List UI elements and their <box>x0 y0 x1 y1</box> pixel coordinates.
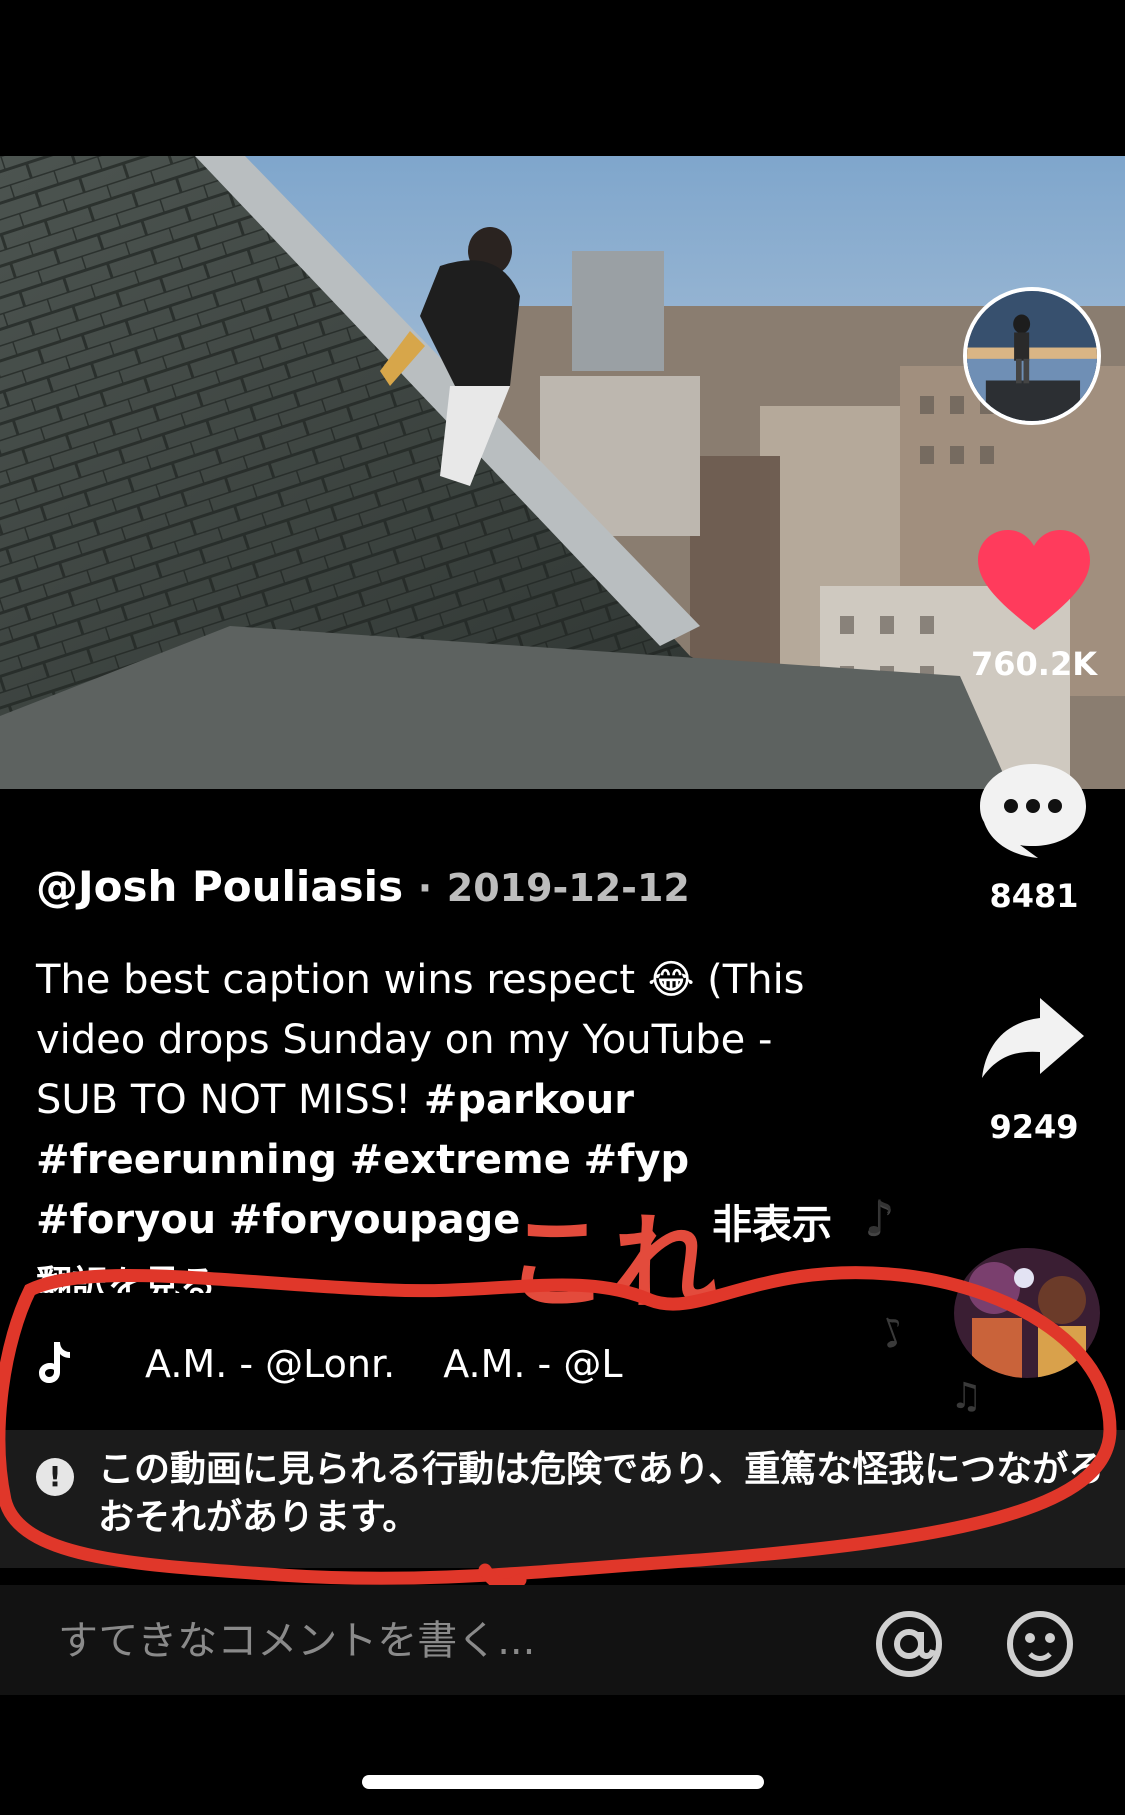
music-note-icon: ♪ <box>865 1190 895 1244</box>
heart-icon[interactable] <box>978 530 1090 634</box>
caption-text: The best caption wins respect 😂 (This vi… <box>36 957 805 1123</box>
warning-text: この動画に見られる行動は危険であり、重篤な怪我につながるおそれがあります。 <box>98 1449 1105 1538</box>
share-count: 9249 <box>989 1108 1079 1146</box>
video-frame <box>0 156 1125 789</box>
hashtag[interactable]: #freerunning <box>36 1137 337 1183</box>
exclamation-icon: ! <box>36 1458 74 1496</box>
tiktok-note-icon <box>39 1342 70 1383</box>
hashtag[interactable]: #foryoupage <box>229 1197 521 1243</box>
music-marquee[interactable]: A.M. - @Lonr. A.M. - @L <box>145 1342 625 1386</box>
hashtag[interactable]: #fyp <box>584 1137 690 1183</box>
author-line: @Josh Pouliasis · 2019-12-12 <box>36 862 690 911</box>
music-track: A.M. - @Lonr. <box>145 1342 396 1386</box>
hashtag[interactable]: #foryou <box>36 1197 216 1243</box>
chat-bubble-icon[interactable] <box>978 760 1088 860</box>
music-note-icon: ♫ <box>950 1376 983 1417</box>
annotation-hide-label: 非表示 <box>712 1202 832 1248</box>
comment-input[interactable] <box>56 1605 840 1677</box>
author-name[interactable]: @Josh Pouliasis <box>36 862 403 911</box>
music-disc[interactable] <box>954 1248 1100 1378</box>
translate-link[interactable]: 翻訳を見る <box>36 1255 216 1293</box>
at-sign-icon[interactable] <box>875 1610 943 1678</box>
home-indicator[interactable] <box>362 1775 764 1789</box>
share-arrow-icon[interactable] <box>980 996 1086 1082</box>
creator-avatar[interactable] <box>963 287 1101 425</box>
emoji-icon[interactable] <box>1006 1610 1074 1678</box>
comment-count: 8481 <box>989 877 1079 915</box>
music-note-icon: ♪ <box>872 1307 913 1359</box>
hashtag[interactable]: #extreme <box>350 1137 571 1183</box>
like-count: 760.2K <box>970 645 1097 683</box>
separator-dot: · <box>417 866 433 910</box>
music-track: A.M. - @L <box>443 1342 623 1386</box>
post-date: 2019-12-12 <box>446 866 690 910</box>
hashtag[interactable]: #parkour <box>424 1077 634 1123</box>
video-player[interactable] <box>0 156 1125 789</box>
annotation-kore: これ <box>505 1202 722 1324</box>
